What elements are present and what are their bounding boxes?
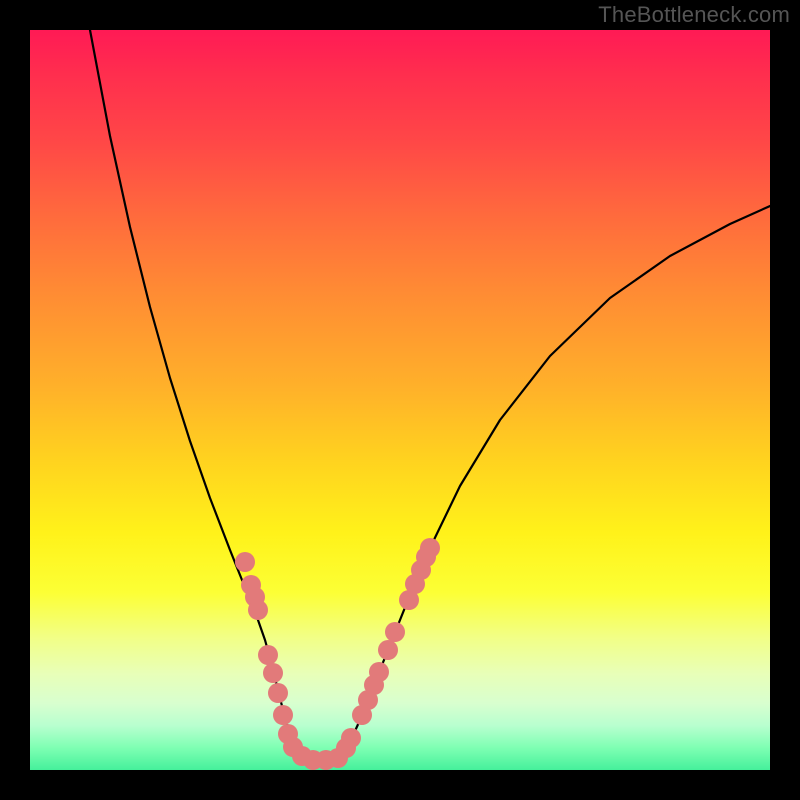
chart-svg — [30, 30, 770, 770]
watermark-text: TheBottleneck.com — [598, 2, 790, 28]
chart-dot — [235, 552, 255, 572]
chart-dot — [385, 622, 405, 642]
chart-dot — [263, 663, 283, 683]
chart-dot — [369, 662, 389, 682]
chart-dot — [273, 705, 293, 725]
chart-dot — [258, 645, 278, 665]
chart-dot — [420, 538, 440, 558]
chart-dot — [268, 683, 288, 703]
chart-dots-group — [235, 538, 440, 770]
chart-dot — [378, 640, 398, 660]
chart-curve — [90, 30, 770, 760]
chart-dot — [248, 600, 268, 620]
chart-plot-area — [30, 30, 770, 770]
chart-dot — [341, 728, 361, 748]
